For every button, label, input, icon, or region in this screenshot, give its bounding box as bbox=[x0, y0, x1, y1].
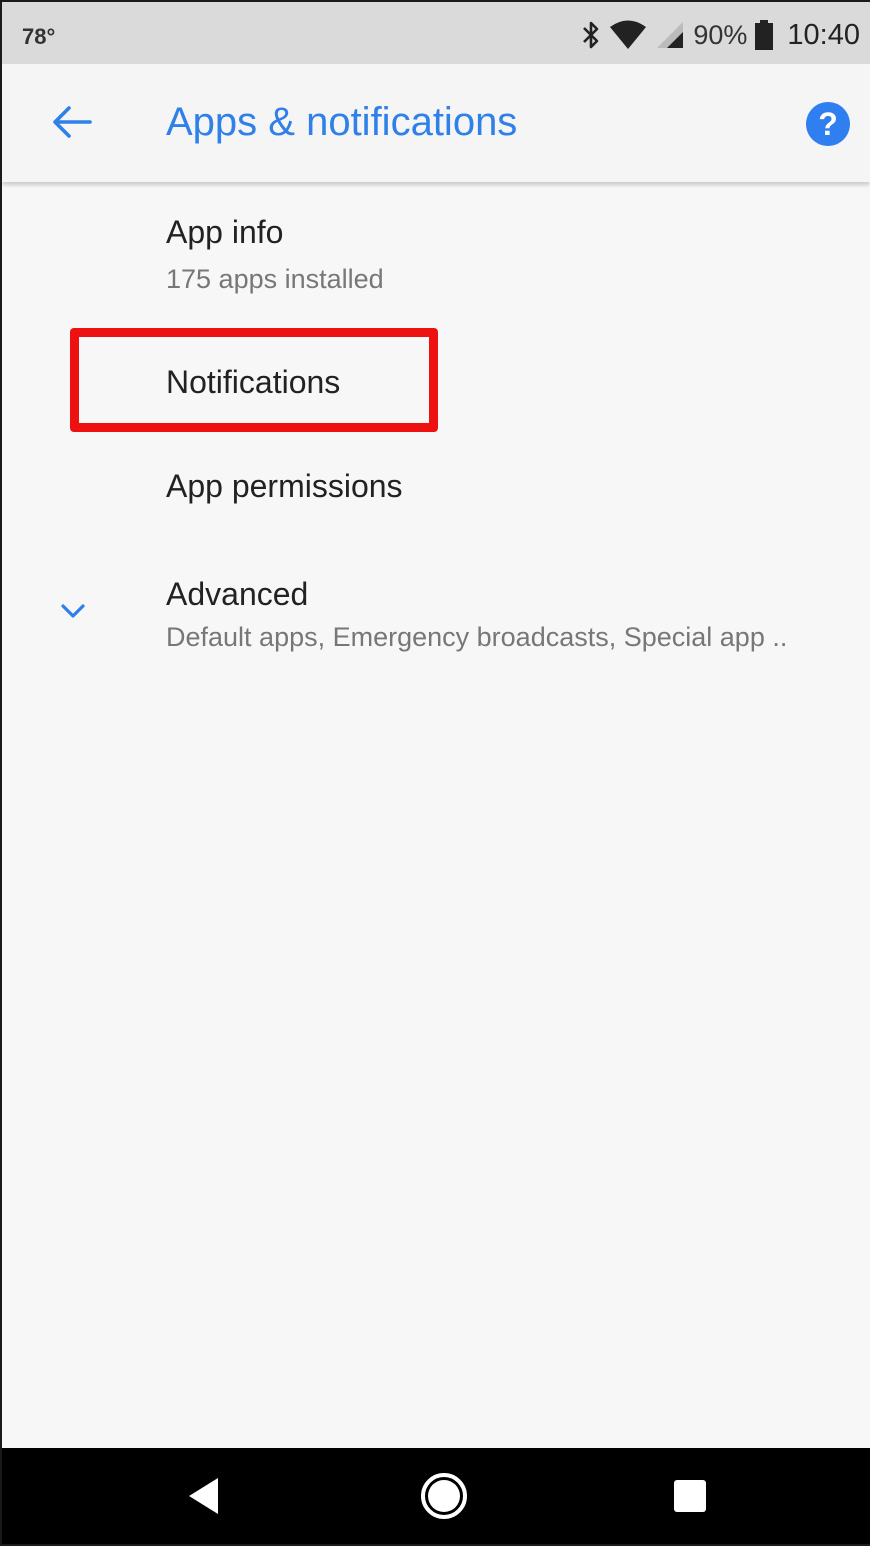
list-item-advanced[interactable]: Advanced Default apps, Emergency broadca… bbox=[2, 548, 870, 678]
navigation-bar bbox=[2, 1448, 870, 1544]
temperature-readout: 78° bbox=[22, 24, 56, 49]
chevron-down-icon bbox=[58, 600, 88, 622]
help-button[interactable]: ? bbox=[806, 102, 850, 146]
bluetooth-icon bbox=[581, 20, 601, 50]
status-icons: 90% 10:40 bbox=[581, 18, 860, 52]
cell-signal-icon bbox=[655, 20, 685, 50]
arrow-left-icon bbox=[52, 105, 92, 144]
list-item-subtitle: Default apps, Emergency broadcasts, Spec… bbox=[166, 622, 788, 652]
phone-screen: 78° 90% 10:40 Apps & notifications ? App… bbox=[0, 0, 870, 1546]
status-bar: 78° 90% 10:40 bbox=[2, 2, 870, 64]
list-item-app-info[interactable]: App info 175 apps installed bbox=[2, 186, 870, 316]
nav-home-button[interactable] bbox=[418, 1472, 470, 1524]
nav-back-icon bbox=[186, 1476, 222, 1521]
page-title: Apps & notifications bbox=[166, 100, 518, 144]
battery-percentage: 90% bbox=[693, 19, 748, 50]
list-item-subtitle: 175 apps installed bbox=[166, 264, 384, 294]
clock: 10:40 bbox=[787, 18, 860, 51]
back-button[interactable] bbox=[46, 100, 98, 148]
list-item-app-permissions[interactable]: App permissions bbox=[2, 438, 870, 538]
help-circle-icon: ? bbox=[818, 106, 838, 142]
nav-recents-button[interactable] bbox=[664, 1472, 716, 1524]
nav-home-icon bbox=[419, 1471, 469, 1526]
list-item-title: App permissions bbox=[166, 468, 403, 504]
nav-back-button[interactable] bbox=[178, 1472, 230, 1524]
list-item-title: App info bbox=[166, 214, 284, 250]
wifi-icon bbox=[609, 20, 647, 50]
app-bar: Apps & notifications ? bbox=[2, 64, 870, 182]
nav-recents-icon bbox=[672, 1478, 708, 1519]
highlight-box bbox=[70, 328, 438, 432]
list-item-title: Advanced bbox=[166, 576, 309, 612]
battery-icon bbox=[755, 20, 774, 50]
